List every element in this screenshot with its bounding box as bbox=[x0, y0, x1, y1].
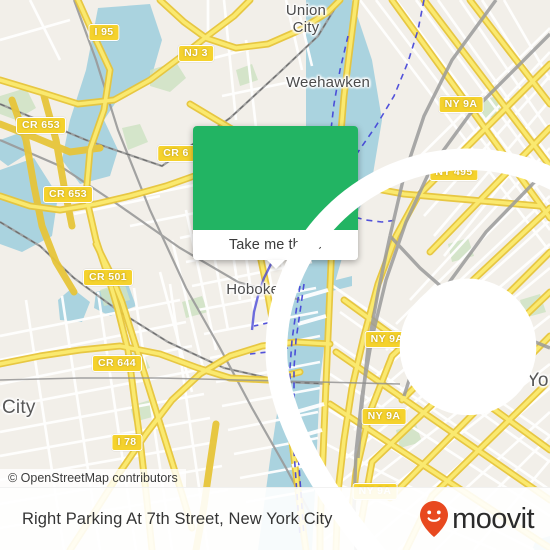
footer-bar: Right Parking At 7th Street, New York Ci… bbox=[0, 487, 550, 550]
popup-image-area bbox=[193, 126, 550, 550]
popup-tail bbox=[266, 260, 285, 269]
road-shield-cr6: CR 6 bbox=[157, 145, 195, 162]
map-attribution[interactable]: © OpenStreetMap contributors bbox=[0, 469, 186, 488]
road-shield-i78: I 78 bbox=[111, 434, 143, 451]
page-title: Right Parking At 7th Street, New York Ci… bbox=[22, 509, 333, 528]
moovit-pin-smiley-icon bbox=[420, 501, 449, 537]
road-shield-cr653-a: CR 653 bbox=[15, 117, 67, 134]
road-shield-cr644: CR 644 bbox=[91, 355, 143, 372]
road-shield-cr501: CR 501 bbox=[82, 269, 134, 286]
moovit-wordmark: moovit bbox=[452, 502, 534, 535]
road-shield-cr653-b: CR 653 bbox=[42, 186, 94, 203]
location-popup[interactable]: Take me there bbox=[193, 126, 550, 550]
map-canvas[interactable]: Union City Weehawken Hoboken New York Ci… bbox=[0, 0, 550, 550]
moovit-logo[interactable]: moovit bbox=[419, 500, 535, 538]
road-shield-nj3: NJ 3 bbox=[178, 45, 214, 62]
road-shield-ny9a-a: NY 9A bbox=[438, 96, 484, 113]
road-shield-i95: I 95 bbox=[88, 24, 120, 41]
map-screenshot: Union City Weehawken Hoboken New York Ci… bbox=[0, 0, 550, 550]
